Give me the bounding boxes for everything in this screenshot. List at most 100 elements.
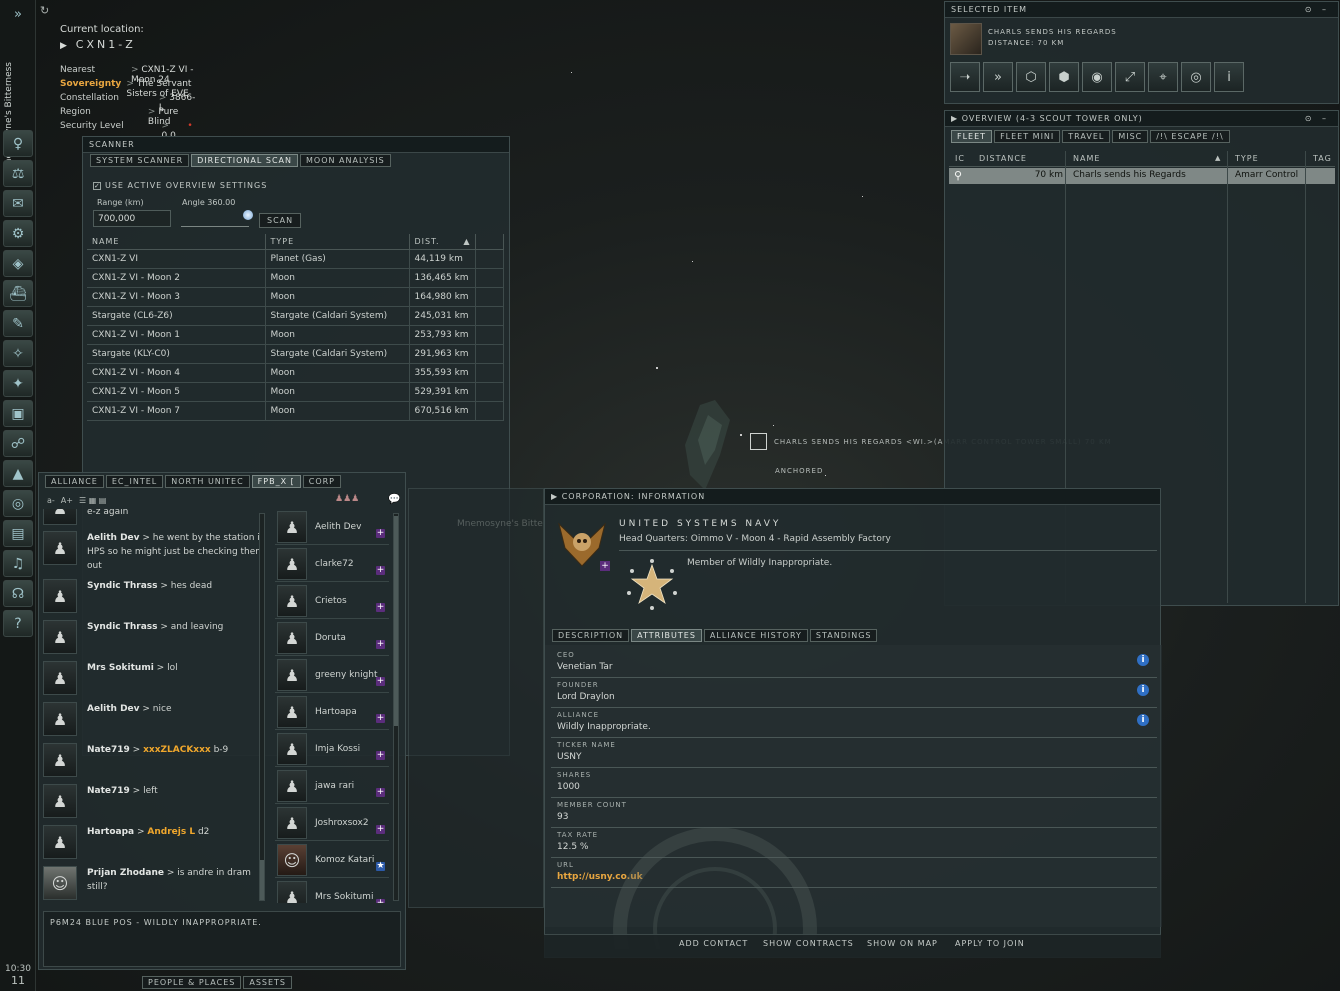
approach-icon[interactable]: ➝ [950,62,980,92]
show-on-map-button[interactable]: SHOW ON MAP [867,939,938,948]
corp-icon[interactable]: ✦ [3,370,33,397]
table-row[interactable]: CXN1-Z VI - Moon 7 Moon 670,516 km [87,401,504,421]
tab-alliance-history[interactable]: ALLIANCE HISTORY [703,629,808,642]
tab-assets[interactable]: ASSETS [243,976,293,989]
audio-icon[interactable]: ♫ [3,550,33,577]
apply-to-join-button[interactable]: APPLY TO JOIN [955,939,1025,948]
members-icon[interactable]: ♟♟♟ [335,494,359,504]
tab-description[interactable]: DESCRIPTION [552,629,630,642]
tab-north-unitec[interactable]: NORTH UNITEC [165,475,250,488]
tab-misc[interactable]: MISC [1112,130,1149,143]
list-item[interactable]: ♟ clarke72 + [275,548,389,582]
font-smaller-button[interactable]: a- [47,496,55,505]
assets-icon[interactable]: ◈ [3,250,33,277]
member-scrollbar-thumb[interactable] [394,516,398,726]
table-row[interactable]: CXN1-Z VI - Moon 3 Moon 164,980 km [87,287,504,307]
show-contracts-button[interactable]: SHOW CONTRACTS [763,939,854,948]
list-item[interactable]: ♟ Doruta + [275,622,389,656]
list-item[interactable]: ♟ Aelith Dev + [275,511,389,545]
info-icon[interactable]: i [1137,714,1149,726]
info-icon[interactable]: i [1137,654,1149,666]
fitting-icon[interactable]: ⚙ [3,220,33,247]
ship-hangar-icon[interactable]: ⛴ [3,280,33,307]
keep-range-icon[interactable]: ⤢ [1115,62,1145,92]
table-row[interactable]: Stargate (KLY-C0) Stargate (Caldari Syste… [87,344,504,364]
table-row[interactable]: CXN1-Z VI - Moon 1 Moon 253,793 km [87,325,504,345]
list-view-icon[interactable]: ☰ ▦ ▤ [79,496,106,505]
list-item[interactable]: ♟ Hartoapa + [275,696,389,730]
add-contact-button[interactable]: ADD CONTACT [679,939,748,948]
list-item[interactable]: ♟ Crietos + [275,585,389,619]
tab-fleet-mini[interactable]: FLEET MINI [994,130,1061,143]
show-info-icon[interactable]: i [1214,62,1244,92]
tab-system-scanner[interactable]: SYSTEM SCANNER [90,154,190,167]
corp-hq[interactable]: Head Quarters: Oimmo V - Moon 4 - Rapid … [619,534,891,544]
col-icon[interactable]: IC [955,154,965,163]
table-row[interactable]: CXN1-Z VI - Moon 2 Moon 136,465 km [87,268,504,288]
col-distance[interactable]: DISTANCE [979,154,1027,163]
tab-moon-analysis[interactable]: MOON ANALYSIS [300,154,391,167]
col-name[interactable]: NAME [87,234,266,250]
tab-fleet[interactable]: FLEET [951,130,993,143]
col-type[interactable]: TYPE [265,234,410,250]
col-name[interactable]: NAME [1073,154,1100,163]
help-icon[interactable]: ? [3,610,33,637]
table-row[interactable]: CXN1-Z VI - Moon 4 Moon 355,593 km [87,363,504,383]
market-icon[interactable]: ⚖ [3,160,33,187]
open-cargo-icon[interactable]: ⬡ [1016,62,1046,92]
corp-info-title[interactable]: ▶ CORPORATION: INFORMATION [545,489,1160,505]
list-item[interactable]: ♟ Imja Kossi + [275,733,389,767]
angle-slider[interactable] [181,210,253,227]
selected-item-title[interactable]: SELECTED ITEM ⊙ – [945,2,1338,18]
warp-icon[interactable]: » [983,62,1013,92]
scan-button[interactable]: SCAN [259,213,302,228]
tab-ec-intel[interactable]: EC_INTEL [105,475,164,488]
list-item[interactable]: ♟ greeny knight + [275,659,389,693]
channels-icon[interactable]: ☊ [3,580,33,607]
table-row[interactable]: Stargate (CL6-Z6) Stargate (Caldari Syste… [87,306,504,326]
system-name[interactable]: ▶ CXN1-Z [60,38,144,51]
refresh-icon[interactable]: ↻ [40,4,49,17]
use-overview-checkbox[interactable]: ✓ [93,181,101,190]
col-tag[interactable]: TAG [1313,154,1332,163]
journal-icon[interactable]: ✎ [3,310,33,337]
member-scrollbar[interactable] [393,513,399,901]
tab-travel[interactable]: TRAVEL [1062,130,1111,143]
list-item[interactable]: ♟ Joshroxsox2 + [275,807,389,841]
chat-motd-input[interactable]: P6M24 BLUE POS - WILDLY INAPPROPRIATE. [43,911,401,967]
tab-attributes[interactable]: ATTRIBUTES [631,629,702,642]
table-row[interactable]: CXN1-Z VI Planet (Gas) 44,119 km [87,249,504,269]
scanner-title[interactable]: SCANNER [83,137,509,153]
tab-fpb-x[interactable]: FPB_X [ [251,475,301,488]
starmap-icon[interactable]: ✧ [3,340,33,367]
alliance-icon[interactable]: ▲ [3,460,33,487]
tab-corp[interactable]: CORP [302,475,341,488]
mail-icon[interactable]: ✉ [3,190,33,217]
board-icon[interactable]: ⬢ [1049,62,1079,92]
info-icon[interactable]: i [1137,684,1149,696]
list-item[interactable]: ♟ Mrs Sokitumi + [275,881,389,903]
tab-people-places[interactable]: PEOPLE & PLACES [142,976,242,989]
agents-icon[interactable]: ☍ [3,430,33,457]
chat-bubble-icon[interactable]: 💬 [388,494,400,505]
tab-directional-scan[interactable]: DIRECTIONAL SCAN [191,154,298,167]
col-type[interactable]: TYPE [1235,154,1259,163]
list-item[interactable]: ♟ jawa rari + [275,770,389,804]
angle-slider-handle[interactable] [243,210,253,220]
target-icon[interactable]: ⌖ [1148,62,1178,92]
table-row[interactable]: CXN1-Z VI - Moon 5 Moon 529,391 km [87,382,504,402]
look-at-icon[interactable]: ◎ [1181,62,1211,92]
map-icon[interactable]: ◎ [3,490,33,517]
target-bracket[interactable] [750,433,767,450]
range-input[interactable]: 700,000 [93,210,171,227]
overview-title[interactable]: ▶ OVERVIEW (4-3 SCOUT TOWER ONLY) ⊙ – [945,111,1338,127]
font-larger-button[interactable]: A+ [61,496,73,505]
col-dist[interactable]: DIST. ▲ [409,234,476,250]
overview-row[interactable]: ⚲ 70 km Charls sends his Regards Amarr C… [949,168,1335,184]
notepad-icon[interactable]: ▤ [3,520,33,547]
tab-escape[interactable]: /!\ ESCAPE /!\ [1150,130,1230,143]
character-icon[interactable]: ♀ [3,130,33,157]
expand-icon[interactable]: » [3,3,33,25]
add-contact-plus-icon[interactable]: + [600,561,610,571]
tab-standings[interactable]: STANDINGS [809,629,878,642]
